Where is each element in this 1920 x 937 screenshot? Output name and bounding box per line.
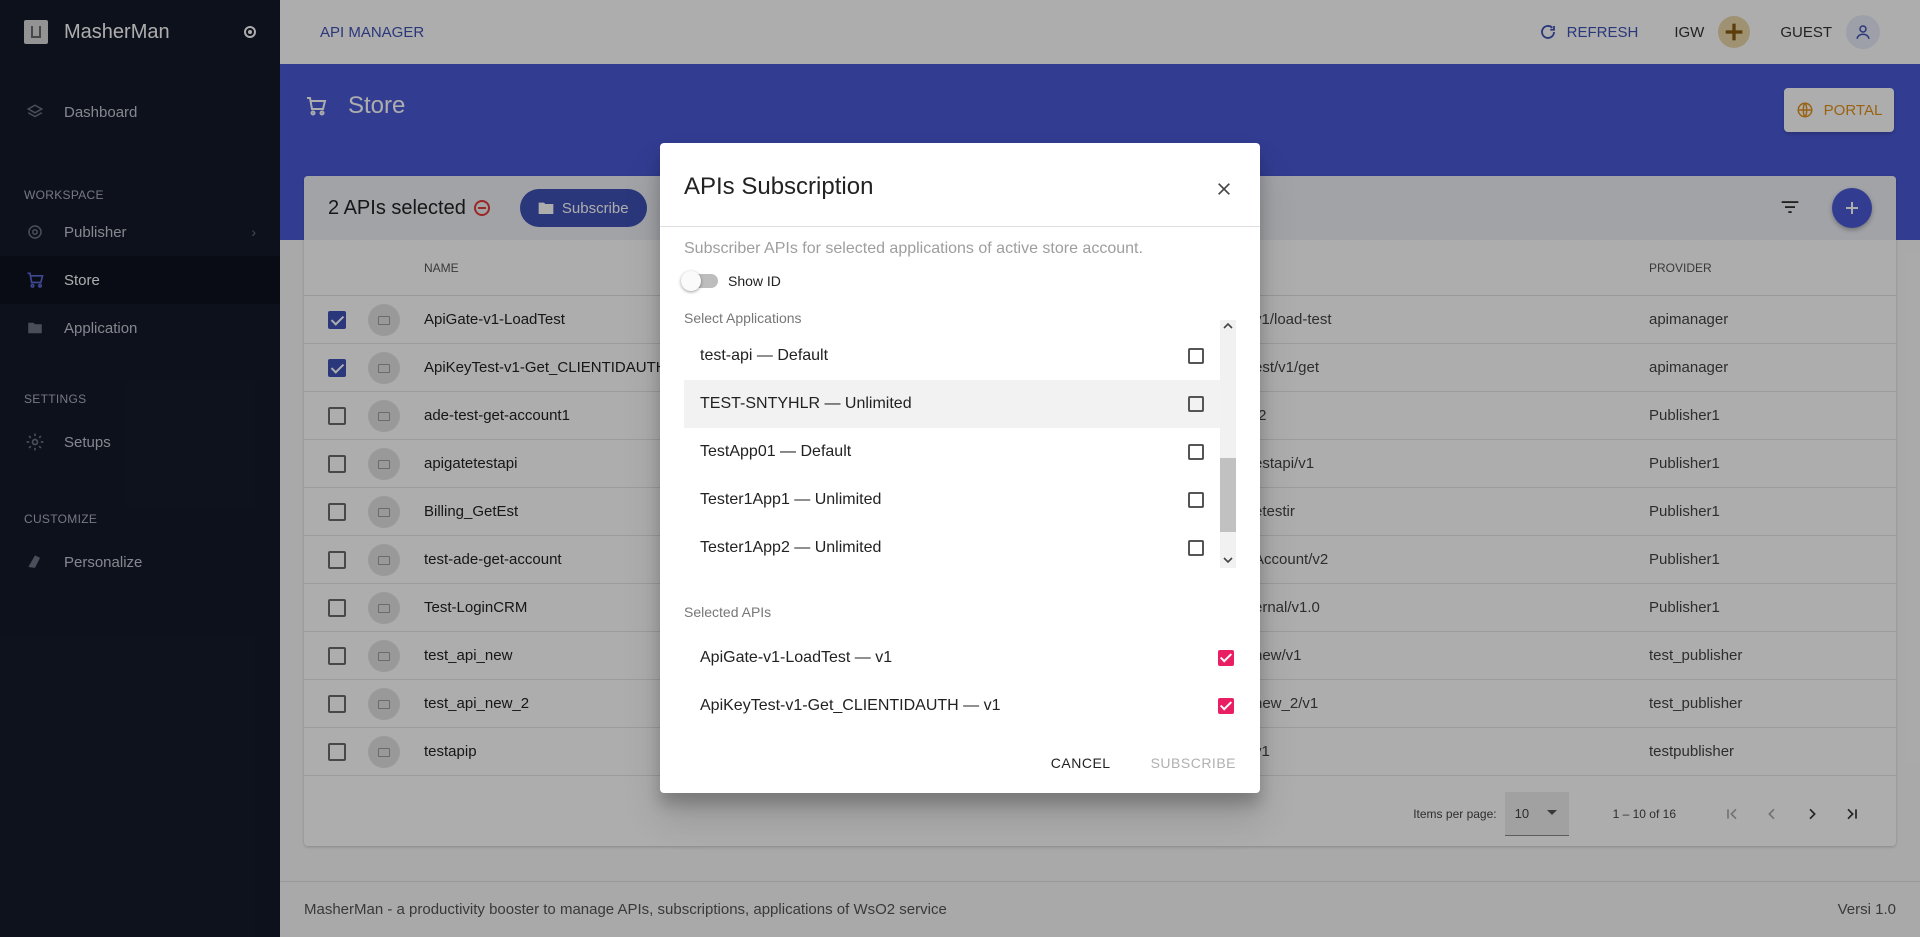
scroll-down-icon[interactable] — [1223, 556, 1233, 566]
application-option[interactable]: Tester1App1 — Unlimited — [684, 476, 1220, 524]
app-checkbox[interactable] — [1188, 540, 1204, 556]
selected-api-label: ApiKeyTest-v1-Get_CLIENTIDAUTH — v1 — [700, 697, 1001, 714]
application-label: Tester1App1 — Unlimited — [700, 491, 882, 508]
app-checkbox[interactable] — [1188, 396, 1204, 412]
app-checkbox[interactable] — [1188, 348, 1204, 364]
cancel-button[interactable]: CANCEL — [1051, 755, 1111, 771]
applications-scrollbar[interactable] — [1220, 320, 1236, 568]
application-option[interactable]: TestApp01 — Default — [684, 428, 1220, 476]
subscription-dialog: APIs Subscription Subscriber APIs for se… — [660, 143, 1260, 793]
dialog-title: APIs Subscription — [684, 173, 874, 200]
selected-apis-label: Selected APIs — [684, 604, 772, 620]
show-id-toggle[interactable]: Show ID — [681, 271, 781, 291]
application-option[interactable]: Tester1App2 — Unlimited — [684, 524, 1220, 568]
close-button[interactable] — [1212, 177, 1236, 201]
application-label: TestApp01 — Default — [700, 443, 852, 460]
show-id-label: Show ID — [728, 273, 781, 289]
applications-list[interactable]: test-api — Default TEST-SNTYHLR — Unlimit… — [684, 320, 1236, 568]
list-item-partial — [684, 320, 1220, 332]
selected-api-label: ApiGate-v1-LoadTest — v1 — [700, 649, 893, 666]
app-checkbox[interactable] — [1188, 492, 1204, 508]
dialog-description: Subscriber APIs for selected application… — [684, 240, 1143, 257]
scrollbar-thumb[interactable] — [1220, 458, 1236, 532]
dialog-subscribe-button[interactable]: SUBSCRIBE — [1151, 755, 1236, 771]
scroll-up-icon[interactable] — [1223, 322, 1233, 332]
app-checkbox[interactable] — [1188, 444, 1204, 460]
application-option[interactable]: TEST-SNTYHLR — Unlimited — [684, 380, 1220, 428]
selected-api-checkbox[interactable] — [1218, 698, 1234, 714]
selected-api-checkbox[interactable] — [1218, 650, 1234, 666]
application-label: Tester1App2 — Unlimited — [700, 539, 882, 556]
toggle-track — [681, 271, 718, 291]
toggle-knob — [681, 271, 701, 291]
dialog-divider — [660, 226, 1260, 227]
close-icon — [1218, 183, 1230, 195]
application-label: test-api — Default — [700, 347, 829, 364]
application-label: TEST-SNTYHLR — Unlimited — [700, 395, 912, 412]
dialog-actions: CANCEL SUBSCRIBE — [1051, 755, 1236, 771]
selected-api-item[interactable]: ApiGate-v1-LoadTest — v1 — [684, 634, 1236, 682]
application-option[interactable]: test-api — Default — [684, 332, 1220, 380]
selected-api-item[interactable]: ApiKeyTest-v1-Get_CLIENTIDAUTH — v1 — [684, 682, 1236, 730]
